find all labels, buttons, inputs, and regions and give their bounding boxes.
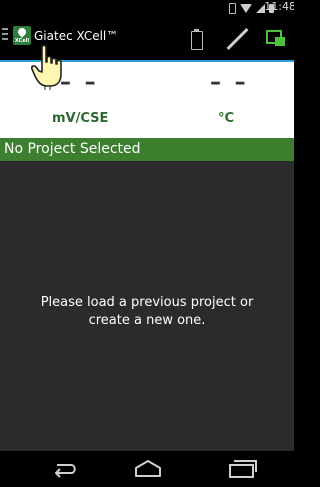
potential-value: – – — [60, 70, 99, 95]
app-logo-icon[interactable]: XCell — [13, 26, 31, 45]
project-status-bar[interactable]: No Project Selected — [0, 138, 294, 161]
temperature-value: – – — [210, 70, 249, 95]
back-icon[interactable] — [48, 457, 82, 481]
status-bar: 11:48 — [0, 0, 294, 16]
app-logo-label: XCell — [14, 38, 30, 44]
app-title[interactable]: Giatec XCell™ — [34, 29, 118, 43]
empty-project-panel: Please load a previous project or create… — [0, 161, 294, 451]
wifi-icon — [240, 3, 252, 13]
probe-button[interactable] — [226, 26, 250, 52]
status-time: 11:48 — [264, 0, 294, 13]
empty-state-message: Please load a previous project or create… — [40, 295, 254, 328]
probe-icon — [226, 28, 249, 50]
potential-unit: mV/CSE — [52, 111, 109, 126]
temperature-unit: °C — [218, 111, 235, 126]
battery-status-button[interactable] — [187, 26, 207, 52]
navigation-bar — [0, 451, 294, 487]
hand-pointer-icon — [31, 44, 62, 90]
vibrate-icon — [229, 2, 236, 14]
sync-button[interactable] — [262, 27, 290, 51]
home-icon[interactable] — [131, 457, 165, 481]
drawer-icon[interactable] — [2, 28, 10, 42]
recent-apps-icon[interactable] — [225, 457, 259, 481]
phone-screen: 11:48 XCell Giatec XCell™ – – – – mV/CSE… — [0, 0, 294, 487]
